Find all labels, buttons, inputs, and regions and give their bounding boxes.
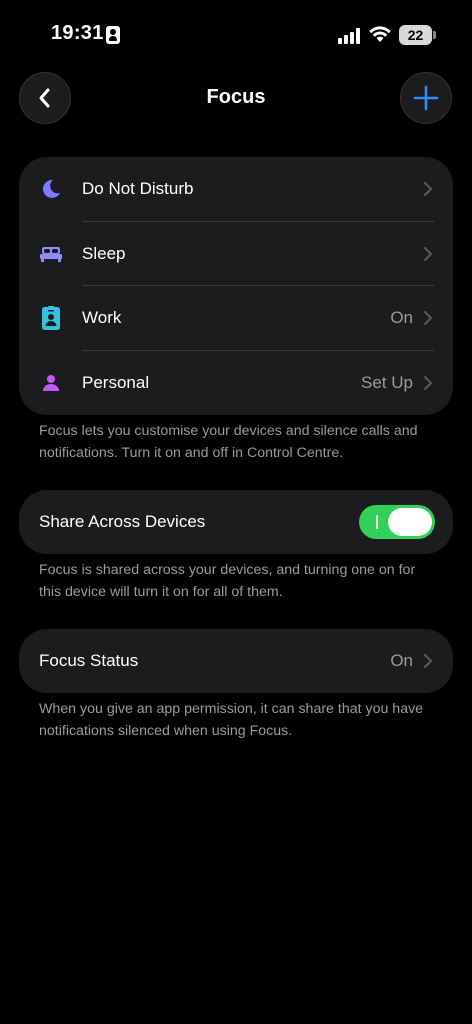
chevron-right-icon [424,182,432,197]
share-across-devices-toggle[interactable] [359,505,435,539]
focus-status-value: On [390,651,413,670]
chevron-right-icon [424,246,432,261]
contact-card-icon [106,26,120,44]
id-badge-icon [39,306,63,331]
focus-description: Focus lets you customise your devices an… [39,423,418,461]
add-focus-button[interactable] [400,72,452,124]
cellular-signal-icon [338,28,360,44]
chevron-right-icon [424,375,432,390]
wifi-icon [369,26,391,42]
toggle-knob [388,508,432,536]
status-bar: 19:31 22 [0,0,472,70]
focus-item-label: Do Not Disturb [82,179,194,199]
bed-icon [39,242,63,266]
focus-status-description: When you give an app permission, it can … [39,701,424,739]
toggle-on-indicator [376,515,378,529]
share-across-devices-label: Share Across Devices [39,512,206,531]
share-description: Focus is shared across your devices, and… [39,562,416,600]
chevron-right-icon [424,654,432,668]
focus-item-do-not-disturb[interactable]: Do Not Disturb [19,157,453,222]
focus-item-personal[interactable]: Personal Set Up [19,351,453,416]
focus-item-sleep[interactable]: Sleep [19,222,453,286]
focus-status-row[interactable]: Focus Status On [19,629,453,693]
status-time: 19:31 [51,22,104,44]
plus-icon [413,85,439,111]
focus-item-value: On [390,308,413,328]
person-icon [39,371,63,395]
battery-icon: 22 [399,25,436,45]
focus-status-label: Focus Status [39,651,139,670]
focus-item-label: Work [82,308,122,328]
focus-modes-list: Do Not Disturb Sleep Work On Personal Se… [19,157,453,415]
focus-item-value: Set Up [361,372,413,392]
focus-item-label: Personal [82,372,150,392]
focus-item-work[interactable]: Work On [19,286,453,351]
share-across-devices-row: Share Across Devices [19,490,453,554]
chevron-right-icon [424,311,432,326]
moon-icon [39,177,63,201]
focus-item-label: Sleep [82,243,126,263]
